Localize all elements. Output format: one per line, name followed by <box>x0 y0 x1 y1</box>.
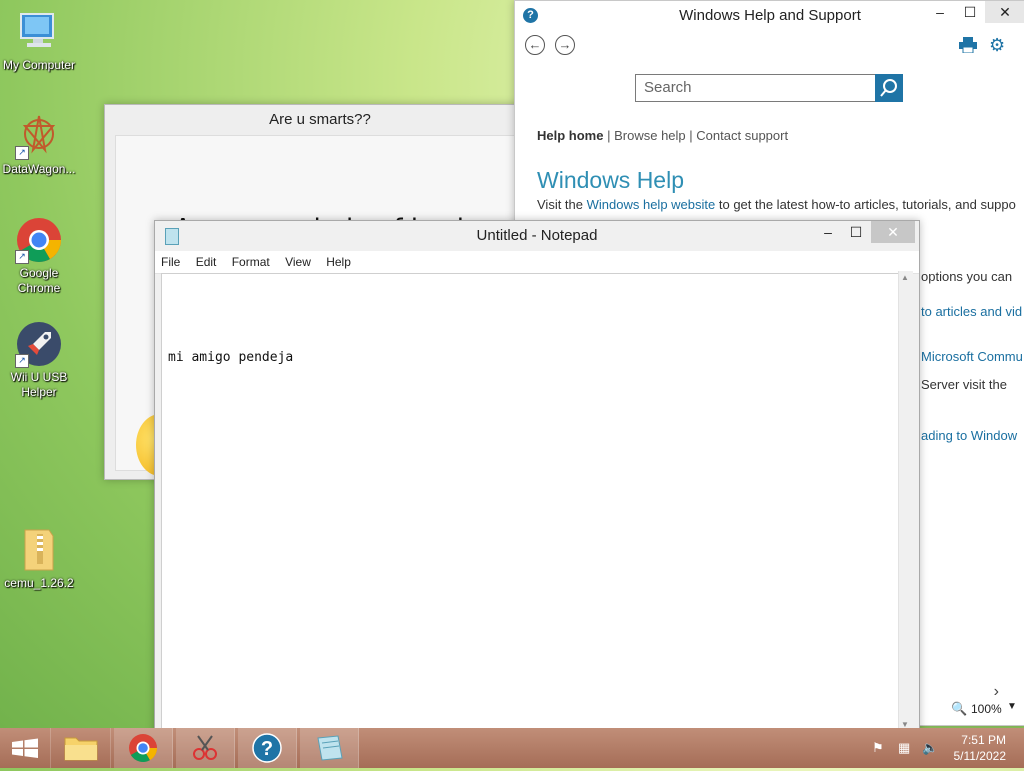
help-link-fragment[interactable]: to articles and vid <box>921 304 1022 319</box>
close-button[interactable]: ✕ <box>985 1 1024 23</box>
menu-view[interactable]: View <box>285 255 311 269</box>
windows-logo-icon <box>12 738 38 758</box>
shortcut-arrow-icon: ↗ <box>15 250 29 264</box>
help-nav-links: Help home | Browse help | Contact suppor… <box>537 128 788 143</box>
close-button[interactable]: ✕ <box>871 221 915 243</box>
search-button[interactable] <box>875 74 903 102</box>
help-search-input[interactable]: Search <box>635 74 883 102</box>
desktop-icon-label: DataWagon... <box>2 162 76 176</box>
quiz-window-title: Are u smarts?? <box>269 111 371 128</box>
folder-icon <box>64 737 98 761</box>
maximize-button[interactable]: ☐ <box>841 221 871 243</box>
help-text-fragment: options you can <box>921 269 1013 284</box>
help-link-fragment[interactable]: Microsoft Commu <box>921 349 1023 364</box>
search-icon <box>880 79 897 97</box>
link-separator: | <box>689 128 693 143</box>
network-icon[interactable]: ▦ <box>898 740 910 756</box>
rocket-icon: ↗ <box>15 320 63 368</box>
speaker-muted-icon[interactable]: 🔈 <box>922 740 938 756</box>
zoom-icon[interactable]: 🔍 <box>951 701 967 717</box>
visit-suffix: to get the latest how-to articles, tutor… <box>715 197 1016 212</box>
desktop-icon-label: cemu_1.26.2 <box>4 576 74 590</box>
notepad-window[interactable]: Untitled - Notepad – ☐ ✕ File Edit Forma… <box>154 220 920 742</box>
svg-text:?: ? <box>261 738 273 760</box>
vertical-scrollbar[interactable]: ▲ ▼ <box>898 271 913 731</box>
taskbar-help-support[interactable]: ? <box>238 728 297 768</box>
desktop-icon-google-chrome[interactable]: ↗ Google Chrome <box>0 216 78 296</box>
forward-arrow-icon[interactable]: → <box>555 35 575 55</box>
gear-icon[interactable]: ⚙ <box>989 35 1005 56</box>
chevron-right-icon[interactable]: › <box>994 683 999 701</box>
taskbar-notepad[interactable] <box>300 728 359 768</box>
windows-help-website-link[interactable]: Windows help website <box>587 197 716 212</box>
menu-help[interactable]: Help <box>326 255 351 269</box>
minimize-button[interactable]: – <box>813 221 843 243</box>
print-icon[interactable] <box>959 37 977 56</box>
help-app-icon: ? <box>523 8 538 23</box>
clock-time: 7:51 PM <box>961 733 1006 747</box>
help-visit-text: Visit the Windows help website to get th… <box>537 197 1016 212</box>
zoom-level[interactable]: 100% <box>971 702 1002 716</box>
contact-support-link[interactable]: Contact support <box>696 128 788 143</box>
datawagon-icon: ↗ <box>15 112 63 160</box>
system-clock[interactable]: 7:51 PM 5/11/2022 <box>954 732 1007 764</box>
back-arrow-icon[interactable]: ← <box>525 35 545 55</box>
shortcut-arrow-icon: ↗ <box>15 354 29 368</box>
clock-date: 5/11/2022 <box>953 749 1007 763</box>
help-window-title: Windows Help and Support <box>679 7 861 24</box>
menu-format[interactable]: Format <box>232 255 270 269</box>
desktop-icon-cemu[interactable]: cemu_1.26.2 <box>0 526 78 591</box>
desktop-icon-wii-u-usb-helper[interactable]: ↗ Wii U USB Helper <box>0 320 78 400</box>
link-separator: | <box>607 128 611 143</box>
scroll-up-icon[interactable]: ▲ <box>901 273 909 282</box>
notepad-text-area[interactable]: mi amigo pendeja <box>161 273 899 731</box>
computer-icon <box>15 8 63 56</box>
shortcut-arrow-icon: ↗ <box>15 146 29 160</box>
notepad-menubar: File Edit Format View Help <box>155 251 919 274</box>
menu-edit[interactable]: Edit <box>196 255 217 269</box>
action-center-flag-icon[interactable]: ⚑ <box>872 740 884 756</box>
folder-zip-icon <box>15 526 63 574</box>
taskbar-file-explorer[interactable] <box>52 728 111 768</box>
desktop-icon-my-computer[interactable]: My Computer <box>0 8 78 73</box>
taskbar: ? ⚑ ▦ 🔈 7:51 PM 5/11/2022 <box>0 728 1024 768</box>
chevron-down-icon[interactable]: ▼ <box>1007 701 1017 712</box>
chrome-icon <box>129 734 157 762</box>
menu-file[interactable]: File <box>161 255 180 269</box>
minimize-button[interactable]: – <box>925 1 955 23</box>
desktop-icon-datawagon[interactable]: ↗ DataWagon... <box>0 112 78 177</box>
help-text-fragment: Server visit the <box>921 377 1007 392</box>
maximize-button[interactable]: ☐ <box>955 1 985 23</box>
desktop-icon-label: Wii U USB Helper <box>10 370 68 399</box>
help-icon: ? <box>252 733 282 763</box>
chrome-icon: ↗ <box>15 216 63 264</box>
browse-help-link[interactable]: Browse help <box>614 128 686 143</box>
notepad-title: Untitled - Notepad <box>476 227 598 244</box>
notepad-titlebar: Untitled - Notepad – ☐ ✕ <box>155 221 919 251</box>
visit-prefix: Visit the <box>537 197 587 212</box>
help-status-bar: › 🔍 100% ▼ <box>921 683 1023 725</box>
start-button[interactable] <box>0 728 51 768</box>
taskbar-quiz-app[interactable] <box>176 728 235 768</box>
scissors-app-icon <box>193 735 217 760</box>
help-heading: Windows Help <box>537 167 684 193</box>
help-titlebar: ? Windows Help and Support – ☐ ✕ <box>515 1 1024 31</box>
notepad-app-icon <box>165 228 179 245</box>
help-home-link[interactable]: Help home <box>537 128 603 143</box>
notepad-icon <box>317 735 343 761</box>
desktop-icon-label: My Computer <box>2 58 76 72</box>
help-link-fragment[interactable]: ading to Window <box>921 428 1017 443</box>
notepad-content: mi amigo pendeja <box>168 350 294 365</box>
desktop-icon-label: Google Chrome <box>17 266 61 295</box>
taskbar-chrome[interactable] <box>114 728 173 768</box>
